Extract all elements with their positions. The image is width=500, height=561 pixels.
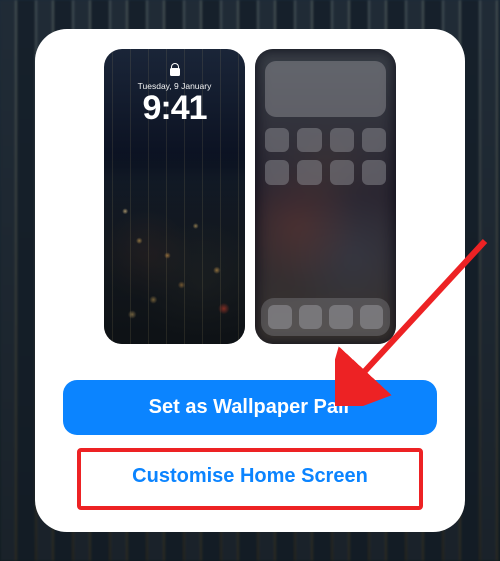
dock-icon-placeholder — [268, 305, 292, 329]
dock-icon-placeholder — [329, 305, 353, 329]
home-screen-preview — [255, 49, 396, 344]
app-icon-placeholder — [297, 128, 321, 152]
wallpaper-preview-pair: Tuesday, 9 January 9:41 — [104, 49, 396, 344]
lock-screen-time: 9:41 — [104, 91, 245, 125]
lock-screen-date: Tuesday, 9 January — [104, 81, 245, 91]
action-button-stack: Set as Wallpaper Pair Customise Home Scr… — [63, 380, 437, 504]
app-icon-placeholder — [362, 128, 386, 152]
app-icon-placeholder — [330, 128, 354, 152]
lock-screen-content: Tuesday, 9 January 9:41 — [104, 63, 245, 125]
app-icon-placeholder — [297, 160, 321, 184]
app-icon-grid — [265, 128, 386, 185]
app-icon-placeholder — [330, 160, 354, 184]
app-icon-placeholder — [362, 160, 386, 184]
app-icon-placeholder — [265, 160, 289, 184]
set-wallpaper-pair-button[interactable]: Set as Wallpaper Pair — [63, 380, 437, 435]
lock-screen-preview: Tuesday, 9 January 9:41 — [104, 49, 245, 344]
dock-icon-placeholder — [299, 305, 323, 329]
wallpaper-options-modal: Tuesday, 9 January 9:41 — [35, 29, 465, 532]
dock-icon-placeholder — [360, 305, 384, 329]
customise-home-screen-button[interactable]: Customise Home Screen — [63, 449, 437, 504]
app-icon-placeholder — [265, 128, 289, 152]
home-screen-dock — [261, 298, 390, 336]
widget-placeholder — [265, 61, 386, 117]
lock-icon — [170, 63, 180, 76]
